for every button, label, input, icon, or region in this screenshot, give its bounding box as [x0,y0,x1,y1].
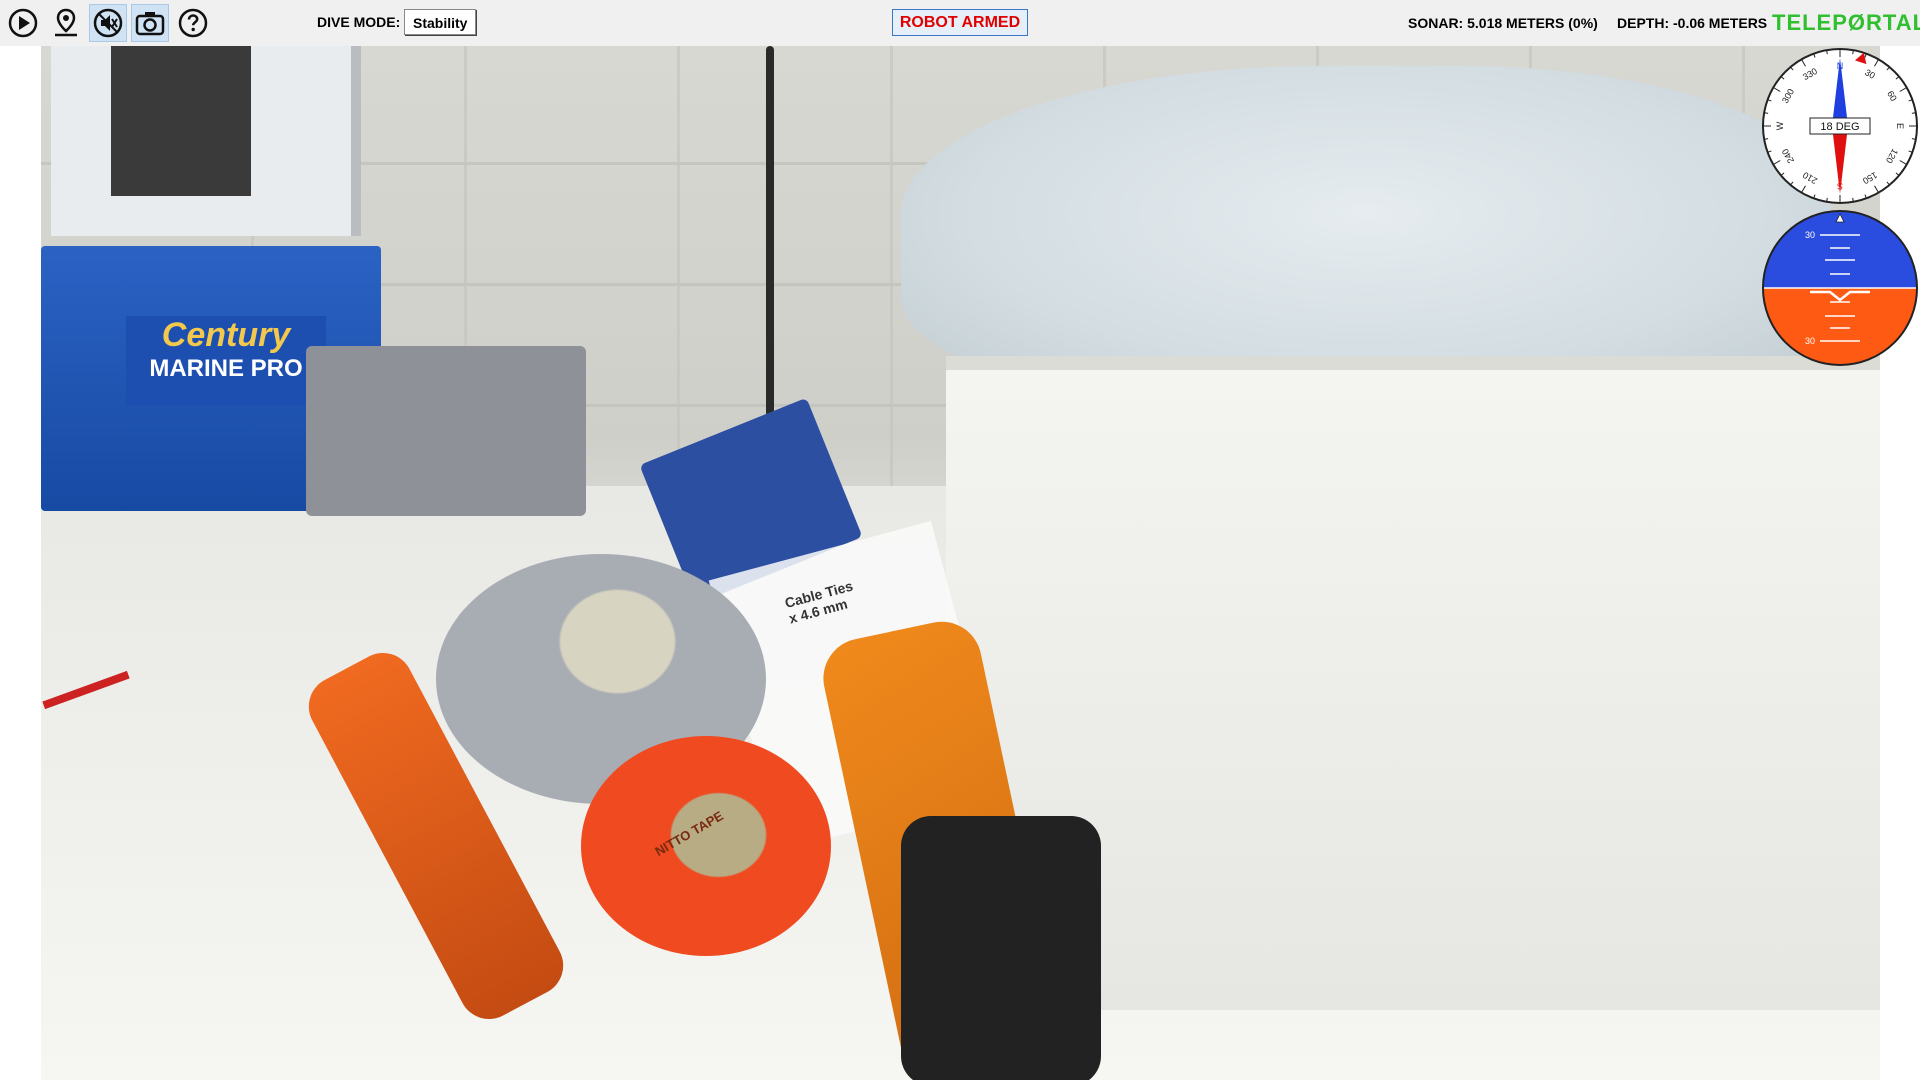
compass-tick [1911,112,1916,114]
dive-mode-label: DIVE MODE: [317,14,401,30]
tape-brand-text: NITTO TAPE [652,807,726,860]
brand-logo: TELEPØRTAL [1772,10,1920,35]
help-icon[interactable] [174,4,212,42]
attitude-indicator: 30 30 [1762,210,1918,366]
battery-model-text: MARINE PRO [149,355,303,382]
battery-charger [306,346,586,516]
compass-heading-text: 18 DEG [1820,121,1859,133]
towel [901,66,1831,396]
compass-tick [1826,197,1828,202]
compass-tick [1852,197,1854,202]
dive-mode-select[interactable]: Stability [404,9,477,35]
camera-icon[interactable] [131,4,169,42]
window-frame [51,46,361,236]
compass-tick [1764,138,1769,140]
play-icon[interactable] [4,4,42,42]
compass-gauge: NESW3060120150210240300330 18 DEG [1762,48,1918,204]
sonar-readout: SONAR: 5.018 METERS (0%) [1408,15,1598,31]
map-pin-icon[interactable] [47,4,85,42]
robot-armed-button[interactable]: ROBOT ARMED [892,9,1028,36]
compass-tick [1764,112,1769,114]
depth-readout: DEPTH: -0.06 METERS [1617,15,1768,31]
pitch-label-up: 30 [1805,230,1815,240]
compass-tick [1826,50,1828,55]
top-toolbar: DIVE MODE: Stability ROBOT ARMED SONAR: … [0,0,1920,46]
compass-cardinal-label: E [1895,123,1905,129]
compass-tick [1911,138,1916,140]
wire-strippers-head [901,816,1101,1080]
black-cable [766,46,774,466]
compass-tick [1852,50,1854,55]
battery-brand-text: Century [161,316,291,354]
red-tape-roll: NITTO TAPE [581,736,831,956]
camera-feed: Century MARINE PRO Cable Ties x 4.6 mm N… [41,46,1880,1080]
speaker-muted-icon[interactable] [89,4,127,42]
compass-cardinal-label: W [1775,121,1785,130]
pitch-label-down: 30 [1805,336,1815,346]
